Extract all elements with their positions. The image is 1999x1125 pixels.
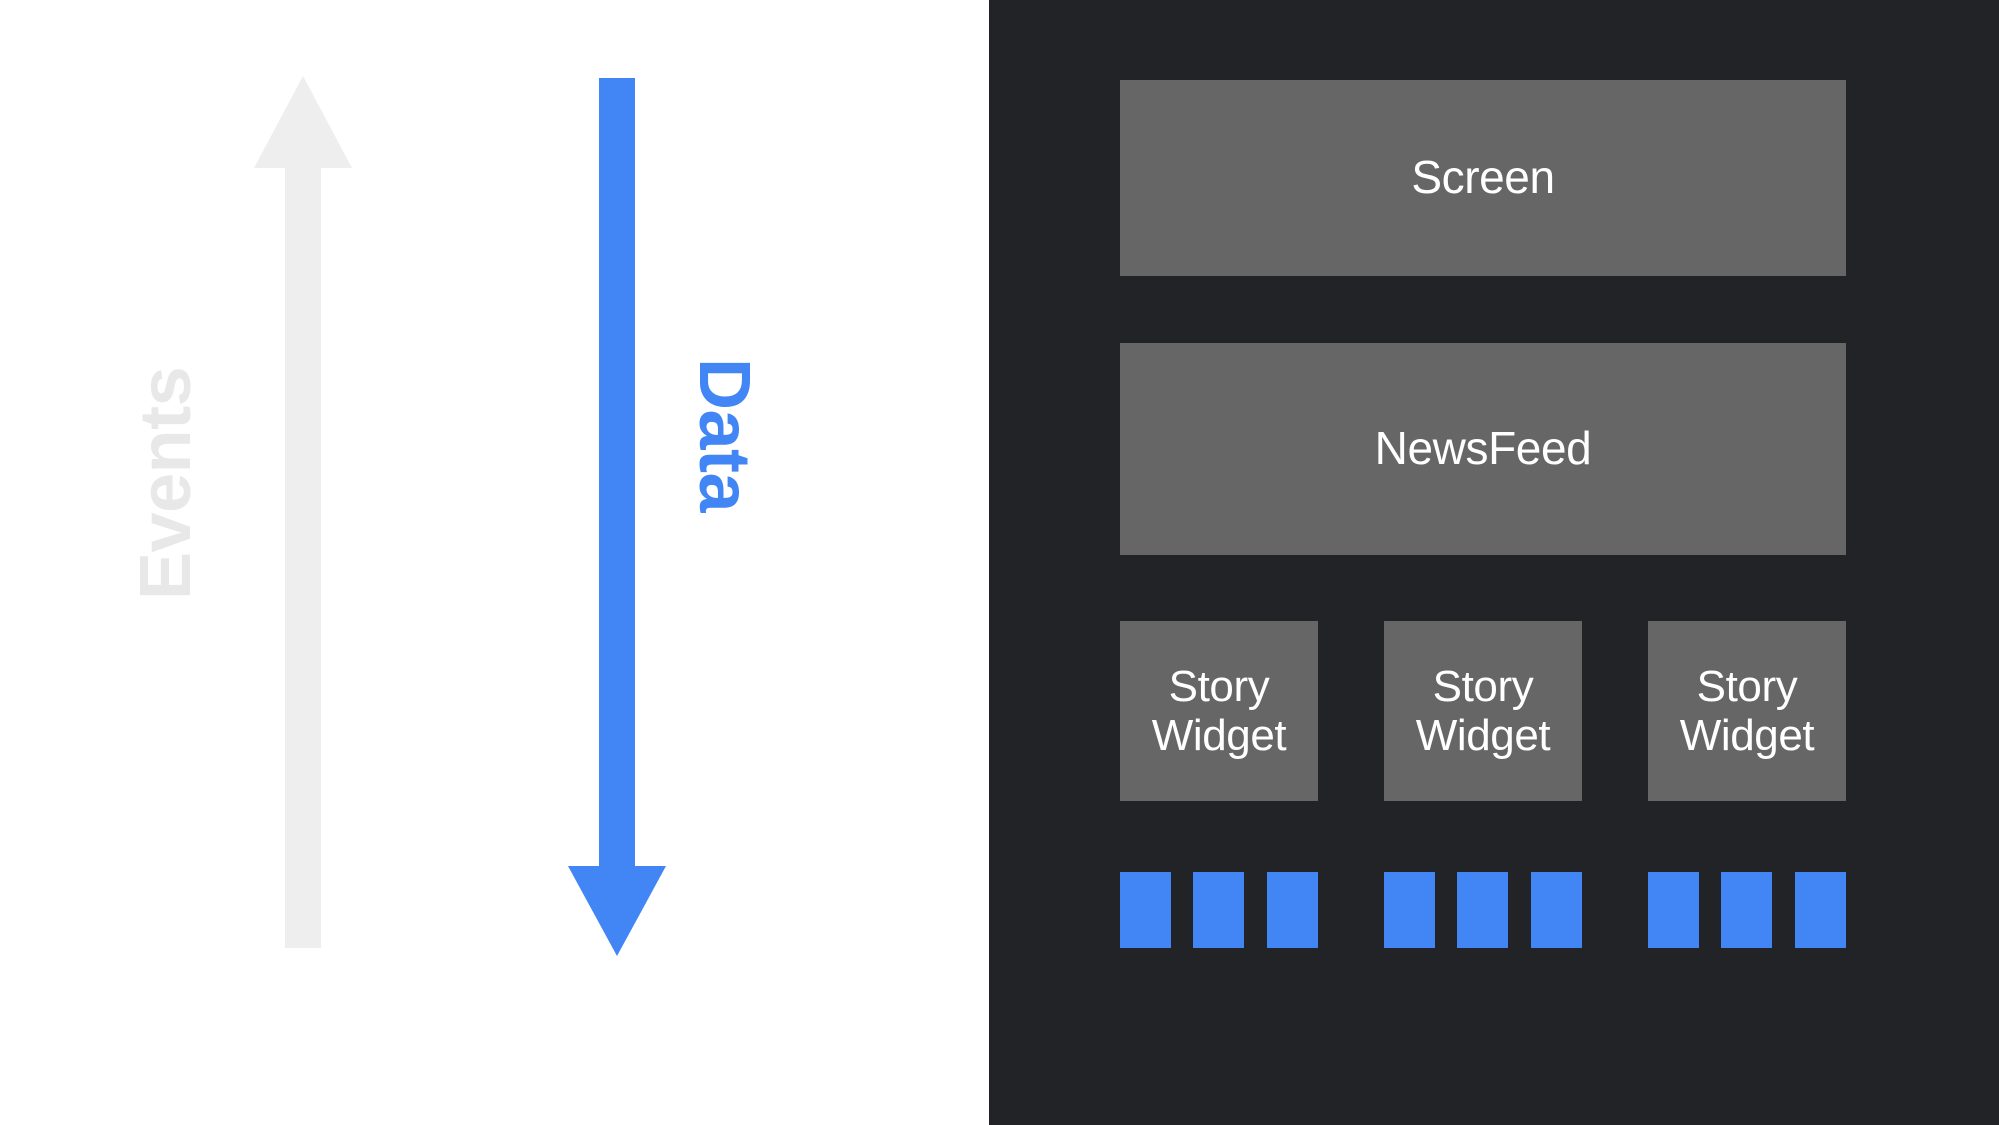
screen-node[interactable]: Screen [1120, 80, 1846, 276]
leaf-node-1-2[interactable] [1531, 872, 1582, 948]
story-widget-label-line2-2: Widget [1679, 711, 1815, 760]
story-widget-leaf-row-0 [1120, 872, 1318, 948]
screen-node-label: Screen [1411, 151, 1555, 204]
newsfeed-node-label: NewsFeed [1374, 422, 1592, 475]
leaf-node-0-2[interactable] [1267, 872, 1318, 948]
story-widget-node-2[interactable]: Story Widget [1648, 621, 1846, 801]
events-arrow-label: Events [126, 366, 206, 600]
diagram-canvas: Events Data Screen NewsFeed Story Widget [0, 0, 1999, 1125]
story-widget-label-line1-0: Story [1168, 661, 1270, 711]
widget-tree-panel: Screen NewsFeed Story Widget Story Widge… [989, 0, 1999, 1125]
story-widget-node-1[interactable]: Story Widget [1384, 621, 1582, 801]
leaf-node-2-2[interactable] [1795, 872, 1846, 948]
story-widget-label-line1-1: Story [1432, 661, 1534, 711]
data-arrow [568, 78, 666, 956]
story-widget-label-line2-0: Widget [1151, 711, 1287, 760]
leaf-node-1-1[interactable] [1457, 872, 1508, 948]
story-widget-label-line1-2: Story [1696, 661, 1798, 711]
events-arrow [254, 76, 352, 948]
story-widget-node-0[interactable]: Story Widget [1120, 621, 1318, 801]
story-widget-label-line2-1: Widget [1415, 711, 1551, 760]
story-widget-label-2: Story Widget [1680, 662, 1815, 761]
newsfeed-node[interactable]: NewsFeed [1120, 343, 1846, 555]
leaf-node-2-1[interactable] [1721, 872, 1772, 948]
flow-legend-panel: Events Data [0, 0, 989, 1125]
leaf-node-2-0[interactable] [1648, 872, 1699, 948]
data-arrow-label: Data [684, 358, 764, 513]
story-widget-leaf-row-2 [1648, 872, 1846, 948]
story-widget-label-0: Story Widget [1152, 662, 1287, 761]
story-widget-leaf-row-1 [1384, 872, 1582, 948]
leaf-node-0-1[interactable] [1193, 872, 1244, 948]
story-widget-label-1: Story Widget [1416, 662, 1551, 761]
leaf-node-1-0[interactable] [1384, 872, 1435, 948]
leaf-node-0-0[interactable] [1120, 872, 1171, 948]
